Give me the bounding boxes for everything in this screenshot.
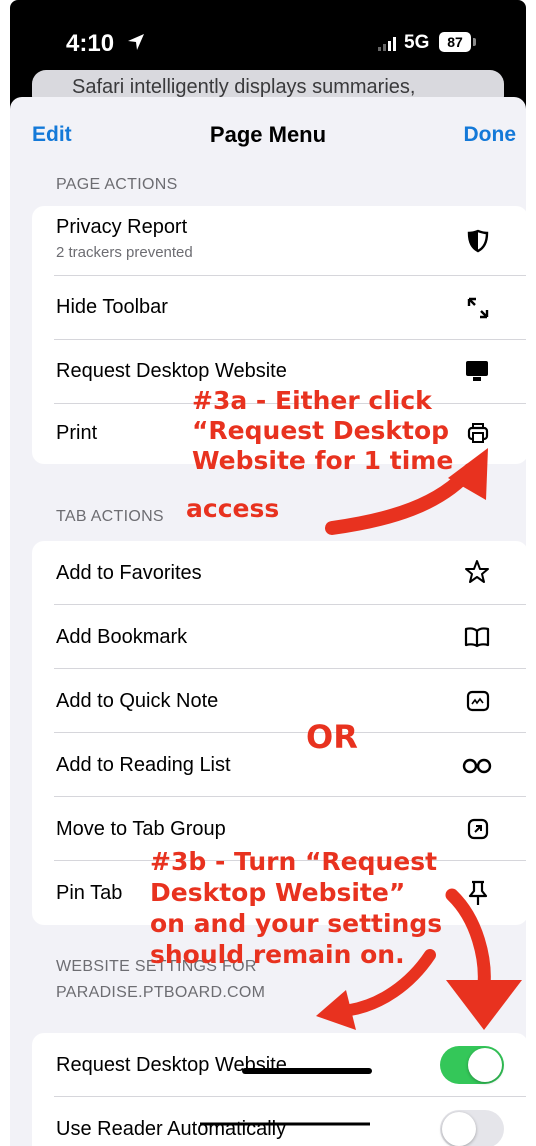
annotation-3a-line2: “Request Desktop xyxy=(192,416,450,445)
request-desktop-label: Request Desktop Website xyxy=(56,360,287,382)
use-reader-toggle[interactable] xyxy=(440,1110,504,1146)
add-to-reading-list-row[interactable]: Add to Reading List xyxy=(32,733,526,797)
signal-icon xyxy=(378,37,396,51)
add-bookmark-label: Add Bookmark xyxy=(56,626,188,648)
status-bar: 4:10 5G 87 xyxy=(10,0,526,80)
tab-actions-header: TAB ACTIONS xyxy=(56,508,164,525)
tab-group-icon xyxy=(467,818,489,840)
background-page-text: Safari intelligently displays summaries, xyxy=(72,76,416,98)
phone-screen: 4:10 5G 87 Safari intelligently displays… xyxy=(10,0,526,1146)
hide-toolbar-label: Hide Toolbar xyxy=(56,296,168,318)
add-bookmark-row[interactable]: Add Bookmark xyxy=(32,605,526,669)
glasses-icon xyxy=(462,758,492,774)
pin-icon xyxy=(468,880,488,905)
request-desktop-toggle[interactable] xyxy=(440,1046,504,1084)
done-button[interactable]: Done xyxy=(464,123,517,147)
resize-arrows-icon xyxy=(467,297,489,319)
use-reader-row: Use Reader Automatically xyxy=(32,1097,526,1146)
status-time: 4:10 xyxy=(66,30,115,57)
add-to-quick-note-label: Add to Quick Note xyxy=(56,690,219,712)
annotation-3a-line4-wrap: access xyxy=(186,494,279,524)
hide-toolbar-row[interactable]: Hide Toolbar xyxy=(32,276,526,340)
privacy-report-row[interactable]: Privacy Report 2 trackers prevented xyxy=(32,206,526,276)
quick-note-icon xyxy=(466,690,490,712)
print-label: Print xyxy=(56,422,98,444)
annotation-3a-line3: Website for 1 time xyxy=(192,446,454,475)
annotation-or: OR xyxy=(306,718,358,756)
add-to-reading-list-label: Add to Reading List xyxy=(56,754,231,776)
privacy-report-sublabel: 2 trackers prevented xyxy=(56,244,193,261)
annotation-3a-line1: #3a - Either click xyxy=(192,386,432,415)
sheet-navbar: Edit Page Menu Done xyxy=(10,97,526,173)
annotation-3b-line1: #3b - Turn “Request xyxy=(150,847,438,876)
website-settings-header-line2: PARADISE.PTBOARD.COM xyxy=(56,984,266,1001)
privacy-shield-icon xyxy=(467,229,489,253)
pin-tab-label: Pin Tab xyxy=(56,882,123,904)
home-indicator xyxy=(242,1068,372,1074)
add-to-quick-note-row[interactable]: Add to Quick Note xyxy=(32,669,526,733)
privacy-report-label: Privacy Report xyxy=(56,216,188,238)
star-icon xyxy=(465,560,489,583)
add-to-favorites-label: Add to Favorites xyxy=(56,562,202,584)
network-type: 5G xyxy=(404,32,430,53)
battery-tip xyxy=(473,38,476,46)
sheet-title: Page Menu xyxy=(209,122,327,147)
annotation-3a: #3a - Either click “Request Desktop Webs… xyxy=(192,386,453,476)
annotation-3b-line4: should remain on. xyxy=(150,940,405,969)
battery-icon: 87 xyxy=(439,32,471,52)
printer-icon xyxy=(467,423,489,443)
book-icon xyxy=(464,627,490,648)
move-to-tab-group-label: Move to Tab Group xyxy=(56,818,226,840)
toggle-knob xyxy=(442,1112,476,1146)
battery-level: 87 xyxy=(447,34,463,50)
use-reader-label: Use Reader Automatically xyxy=(56,1118,287,1140)
annotation-3b-line2: Desktop Website” xyxy=(150,878,406,907)
location-arrow-icon xyxy=(128,34,144,50)
page-actions-header: PAGE ACTIONS xyxy=(56,176,178,193)
desktop-monitor-icon xyxy=(466,361,488,381)
website-settings-group: Request Desktop Website Use Reader Autom… xyxy=(32,1033,526,1146)
annotation-3b: #3b - Turn “Request Desktop Website” on … xyxy=(150,846,442,970)
toggle-knob xyxy=(468,1048,502,1082)
add-to-favorites-row[interactable]: Add to Favorites xyxy=(32,541,526,605)
page-menu-sheet: Edit Page Menu Done PAGE ACTIONS Privacy… xyxy=(10,97,526,1146)
request-desktop-setting-row: Request Desktop Website xyxy=(32,1033,526,1097)
annotation-3b-line3: on and your settings xyxy=(150,909,443,938)
annotation-3a-line4: access xyxy=(186,494,280,523)
